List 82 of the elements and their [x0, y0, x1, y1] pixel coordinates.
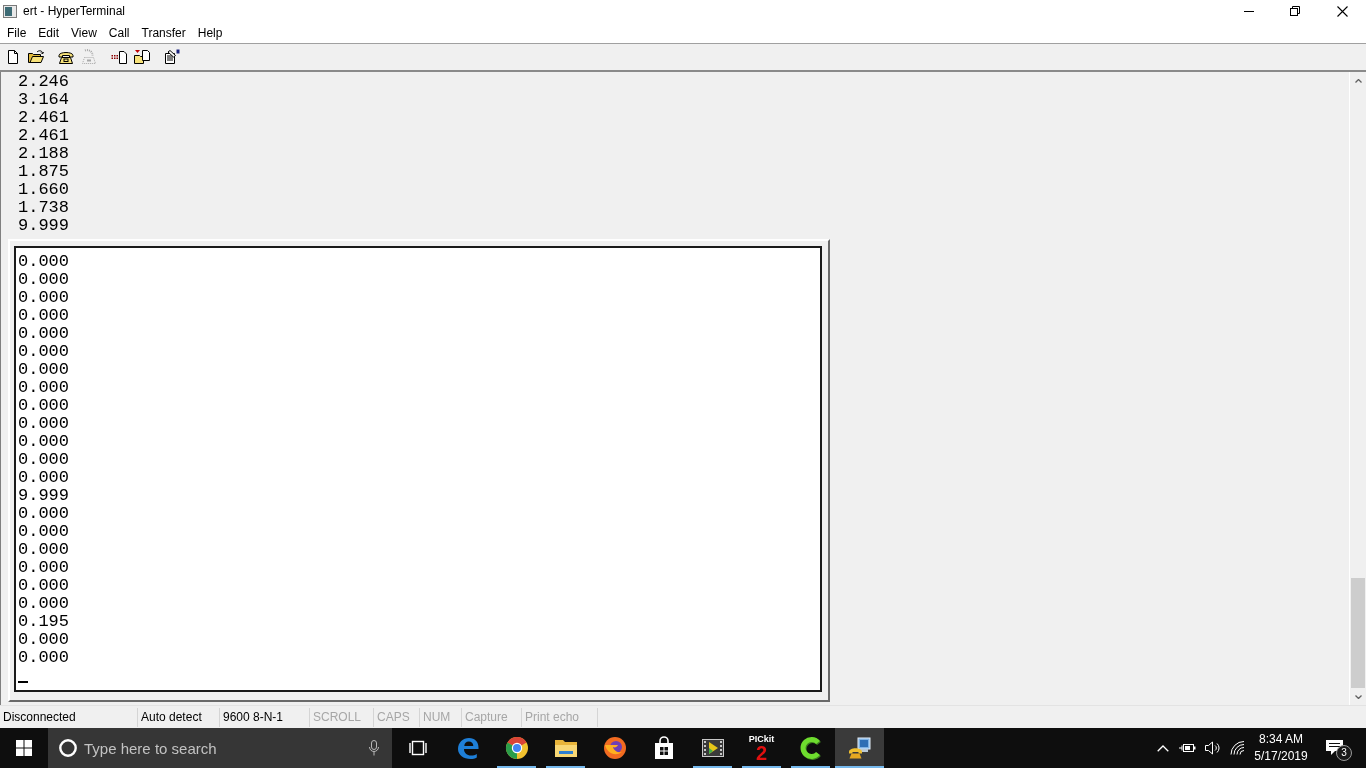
battery-plug-icon: [1179, 742, 1196, 754]
terminal-line: 0.000: [18, 415, 69, 433]
terminal-line: 0.000: [18, 451, 69, 469]
status-bar-panel: Disconnected: [0, 707, 138, 727]
taskbar-app-button[interactable]: PICkit 2: [737, 728, 786, 768]
terminal-line: 0.000: [18, 559, 69, 577]
terminal-line: 0.000: [18, 325, 69, 343]
terminal-line: 0.000: [18, 397, 69, 415]
taskbar-app-button[interactable]: [835, 728, 884, 768]
terminal-line: 9.999: [18, 217, 69, 235]
windows-logo-icon: [16, 740, 32, 756]
status-bar-panel: Auto detect: [138, 707, 220, 727]
status-bar-panel: NUM: [420, 707, 462, 727]
window-title: ert - HyperTerminal: [23, 4, 126, 18]
terminal-line: 0.000: [18, 433, 69, 451]
minimize-icon: [1244, 10, 1254, 12]
terminal-line: 1.660: [18, 181, 69, 199]
status-bar-panel: 9600 8-N-1: [220, 707, 310, 727]
terminal-line: 3.164: [18, 91, 69, 109]
restore-icon: [1290, 6, 1300, 16]
terminal-line: 0.195: [18, 613, 69, 631]
terminal-line: 0.000: [18, 343, 69, 361]
search-box[interactable]: Type here to search: [48, 728, 392, 768]
terminal-line: 2.461: [18, 109, 69, 127]
status-bar-panel: Print echo: [522, 707, 598, 727]
terminal-line: 0.000: [18, 595, 69, 613]
task-view-icon: [407, 740, 428, 756]
circle-logo-icon: [504, 736, 529, 760]
terminal-line: 2.461: [18, 127, 69, 145]
terminal-line: 0.000: [18, 307, 69, 325]
phone-computer-icon: [847, 736, 872, 760]
terminal-line: 0.000: [18, 253, 69, 271]
terminal-line: 0.000: [18, 469, 69, 487]
dotted-telephone-icon: [80, 49, 97, 65]
menu-item[interactable]: View: [65, 24, 103, 41]
folder-page-icon: [133, 49, 150, 65]
terminal-line: 0.000: [18, 271, 69, 289]
terminal-line: 1.875: [18, 163, 69, 181]
text-cursor-icon: [18, 681, 28, 683]
wifi-icon: [1230, 741, 1245, 755]
globe-swirl-icon: [602, 736, 627, 760]
window-icon: [3, 4, 17, 18]
open-folder-icon: [27, 49, 44, 65]
terminal-line: 1.738: [18, 199, 69, 217]
ring-icon: [59, 739, 77, 757]
terminal-line: 0.000: [18, 361, 69, 379]
notification-count: 3: [1336, 745, 1352, 761]
menu-item[interactable]: Transfer: [135, 24, 192, 41]
search-field[interactable]: Type here to search: [84, 736, 361, 760]
terminal-line: 0.000: [18, 577, 69, 595]
c-logo-icon: [798, 736, 823, 760]
film-play-icon: [700, 736, 725, 760]
terminal-line: 0.000: [18, 379, 69, 397]
status-bar-panel: CAPS: [374, 707, 420, 727]
telephone-icon: [57, 49, 74, 65]
close-icon: [1336, 5, 1348, 17]
terminal-line: 0.000: [18, 289, 69, 307]
chevron-up-icon: [1354, 78, 1362, 83]
chevron-up-icon: [1156, 744, 1169, 752]
notifications-button[interactable]: 3: [1312, 728, 1366, 768]
e-logo-icon: [455, 736, 480, 760]
properties-page-icon: [163, 49, 180, 65]
scrollbar-thumb[interactable]: [1351, 578, 1365, 688]
status-bar-panel: Capture: [462, 707, 522, 727]
menu-item[interactable]: Help: [191, 24, 229, 41]
menu-item[interactable]: Call: [102, 24, 136, 41]
terminal-line: 0.000: [18, 541, 69, 559]
menu-item[interactable]: File: [1, 24, 33, 41]
terminal-line: 2.246: [18, 73, 69, 91]
terminal-line: 2.188: [18, 145, 69, 163]
terminal-line: 0.000: [18, 631, 69, 649]
terminal-line: 0.000: [18, 505, 69, 523]
microphone-icon: [369, 740, 379, 756]
terminal-line: 0.000: [18, 649, 69, 667]
terminal-line: 9.999: [18, 487, 69, 505]
dotted-page-icon: [110, 49, 127, 65]
terminal-line: 0.000: [18, 523, 69, 541]
speaker-icon: [1204, 741, 1221, 755]
chevron-down-icon: [1354, 694, 1362, 699]
status-bar-panel: SCROLL: [310, 707, 374, 727]
clock-button[interactable]: 8:34 AM 5/17/2019: [1250, 728, 1312, 768]
menu-item[interactable]: Edit: [32, 24, 66, 41]
